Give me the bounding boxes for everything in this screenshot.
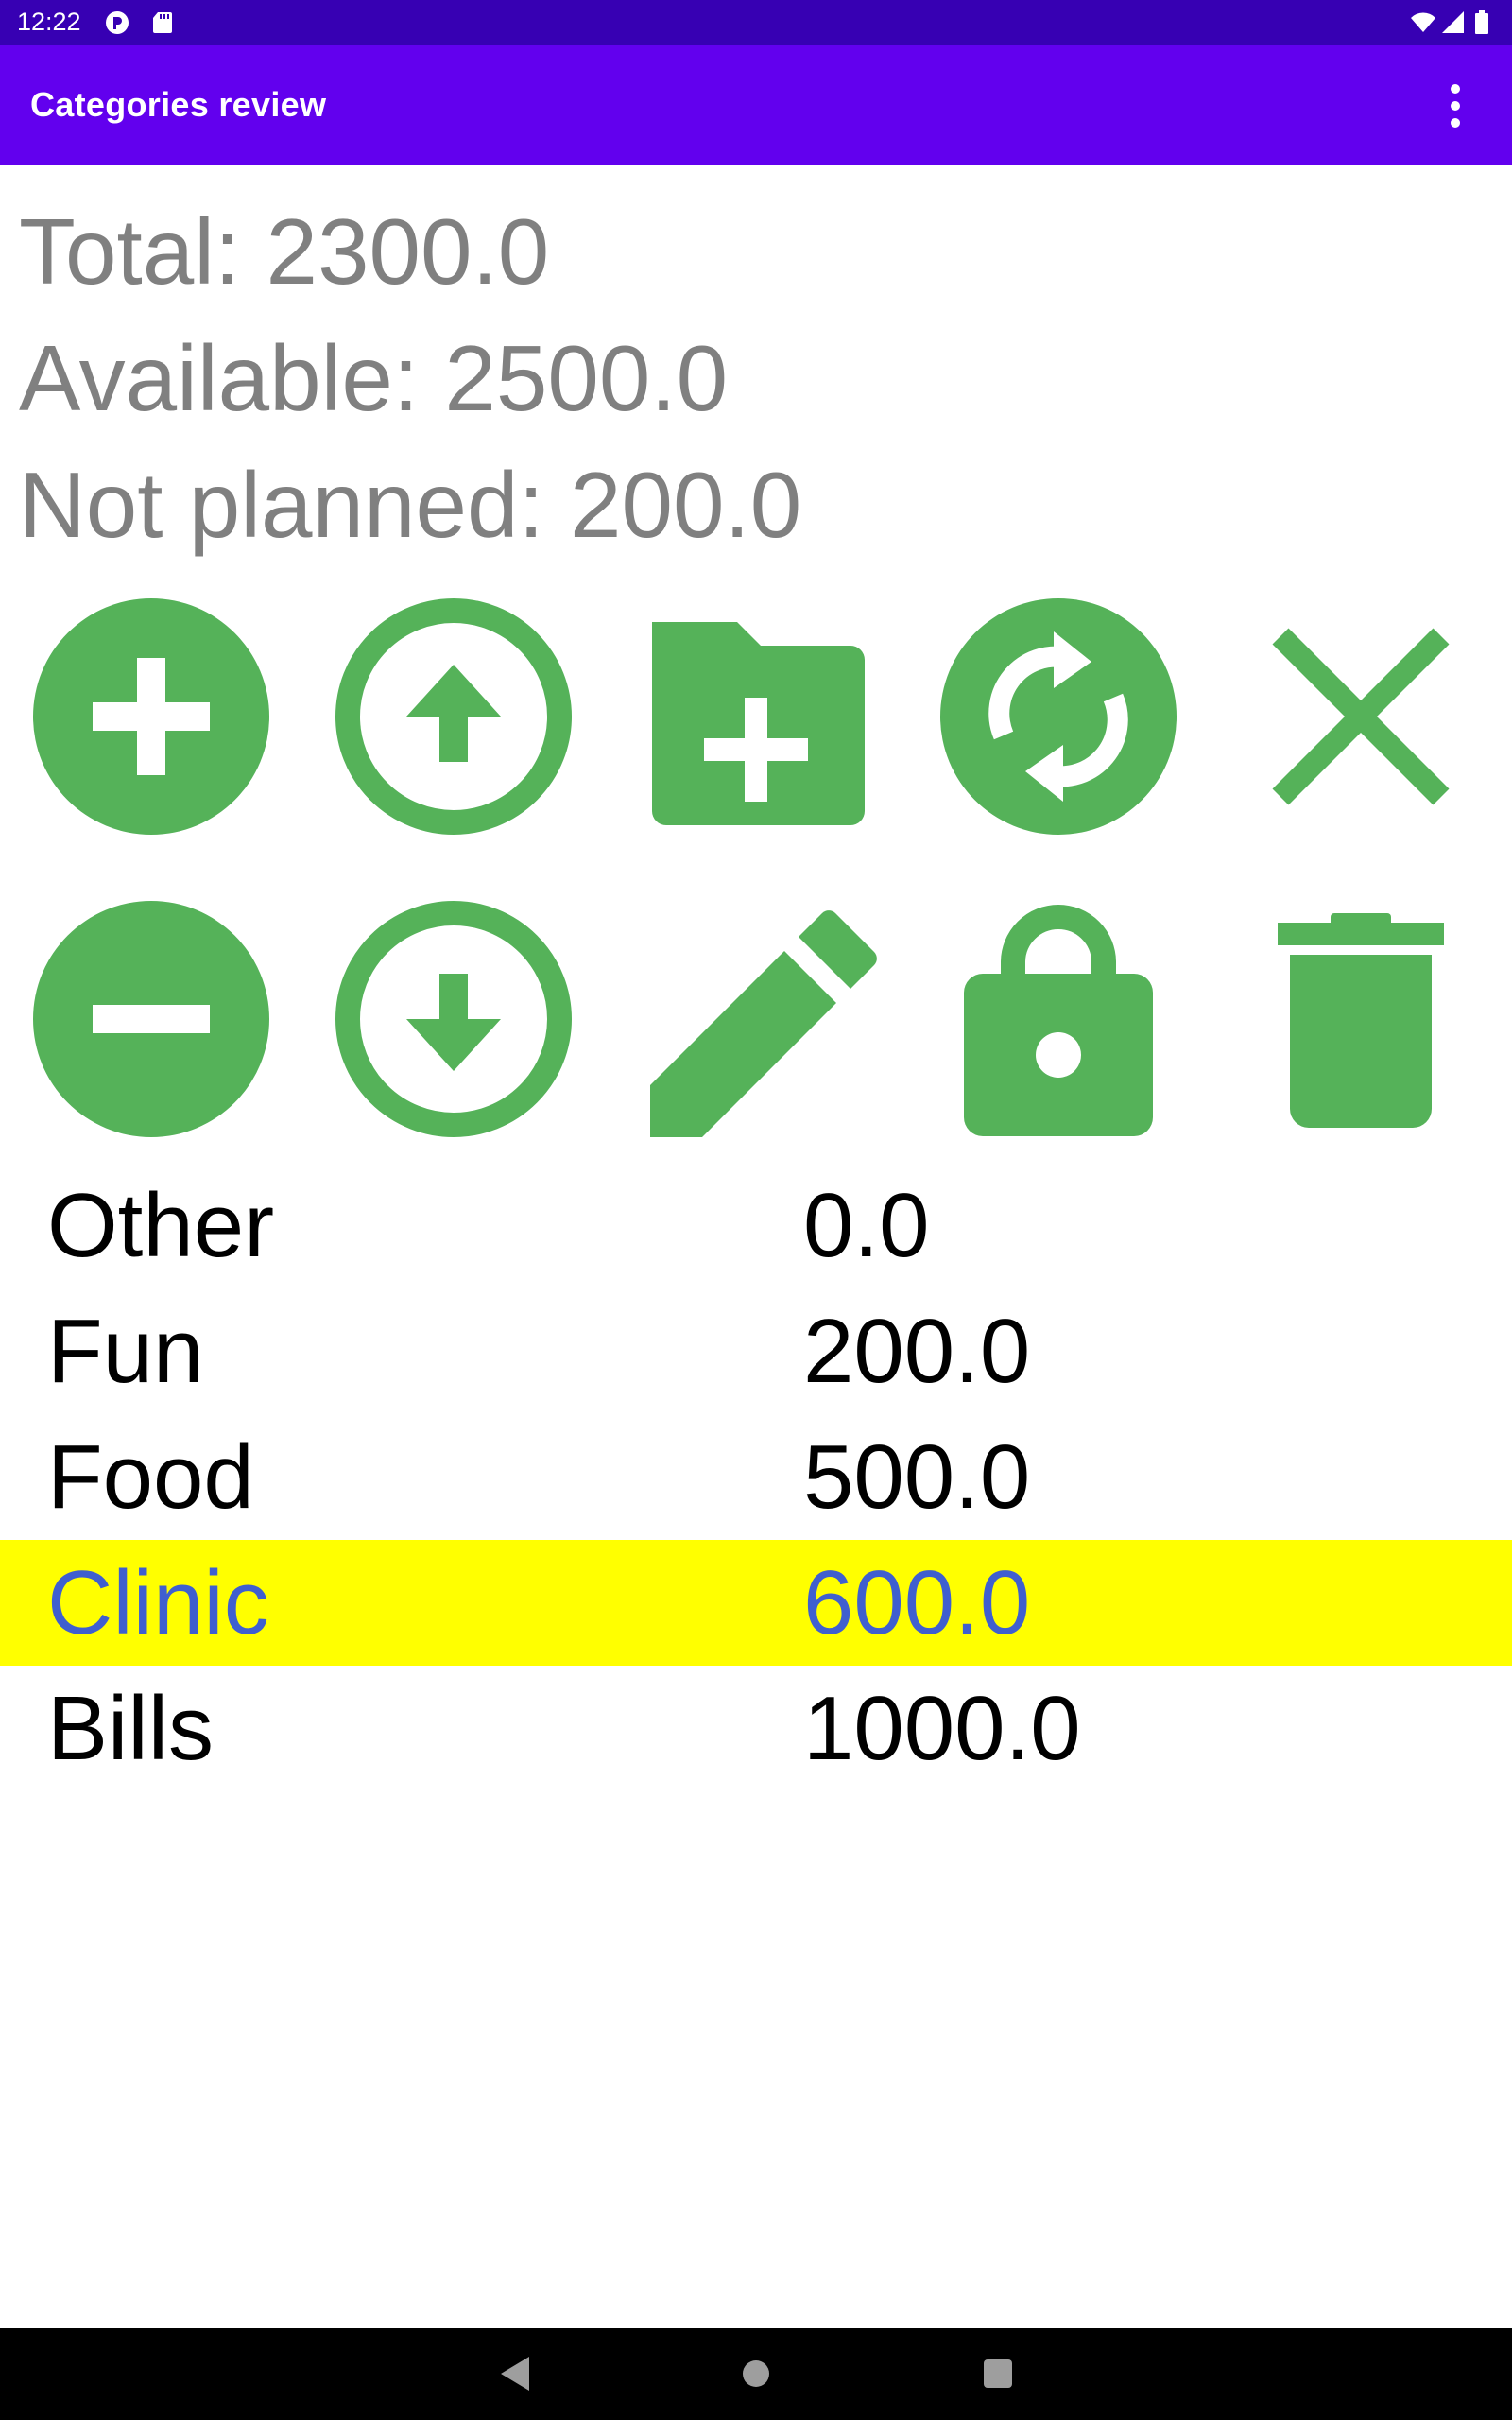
wifi-icon [1411,12,1435,32]
category-amount: 1000.0 [803,1678,1081,1779]
category-name: Other [47,1175,275,1276]
category-list: Other 0.0 Fun 200.0 Food 500.0 Clinic 60… [0,1163,1512,1791]
status-time: 12:22 [17,8,81,36]
total-label: Total: 2300.0 [19,199,550,303]
add-folder-button[interactable] [633,594,879,839]
notification-p-icon [106,11,129,34]
recents-icon[interactable] [970,2345,1026,2402]
status-bar: 12:22 [0,0,1512,45]
delete-icon [1278,913,1444,1128]
battery-icon [1475,10,1488,34]
app-bar: Categories review [0,45,1512,165]
remove-category-button[interactable] [28,896,274,1142]
arrow-up-circle-icon [335,598,572,835]
arrow-down-circle-icon [335,901,572,1137]
list-item-selected[interactable]: Clinic 600.0 [0,1540,1512,1666]
sync-button[interactable] [936,594,1181,839]
category-amount: 500.0 [803,1426,1031,1528]
add-circle-icon [33,598,269,835]
not-planned-label: Not planned: 200.0 [19,453,802,557]
more-vert-icon[interactable] [1433,78,1478,134]
edit-button[interactable] [633,896,879,1142]
list-item[interactable]: Bills 1000.0 [0,1666,1512,1791]
lock-icon [964,905,1153,1136]
list-item[interactable]: Fun 200.0 [0,1288,1512,1414]
add-category-button[interactable] [28,594,274,839]
category-name: Clinic [47,1552,269,1653]
move-up-button[interactable] [331,594,576,839]
signal-icon [1442,11,1464,33]
category-amount: 0.0 [803,1175,930,1276]
home-icon[interactable] [728,2345,784,2402]
category-name: Bills [47,1678,215,1779]
category-name: Food [47,1426,254,1528]
close-icon [1272,628,1450,805]
category-amount: 600.0 [803,1552,1031,1653]
app-title: Categories review [30,85,327,124]
delete-button[interactable] [1238,896,1484,1142]
close-button[interactable] [1238,594,1484,839]
lock-button[interactable] [936,896,1181,1142]
remove-circle-icon [33,901,269,1137]
back-icon[interactable] [484,2345,541,2402]
list-item[interactable]: Other 0.0 [0,1163,1512,1288]
sd-card-icon [153,12,172,33]
move-down-button[interactable] [331,896,576,1142]
list-item[interactable]: Food 500.0 [0,1414,1512,1540]
category-amount: 200.0 [803,1301,1031,1402]
navigation-bar [0,2328,1512,2420]
available-label: Available: 2500.0 [19,326,729,430]
sync-icon [940,598,1177,835]
category-name: Fun [47,1301,204,1402]
folder-add-icon [652,622,865,825]
edit-pencil-icon [650,910,877,1137]
